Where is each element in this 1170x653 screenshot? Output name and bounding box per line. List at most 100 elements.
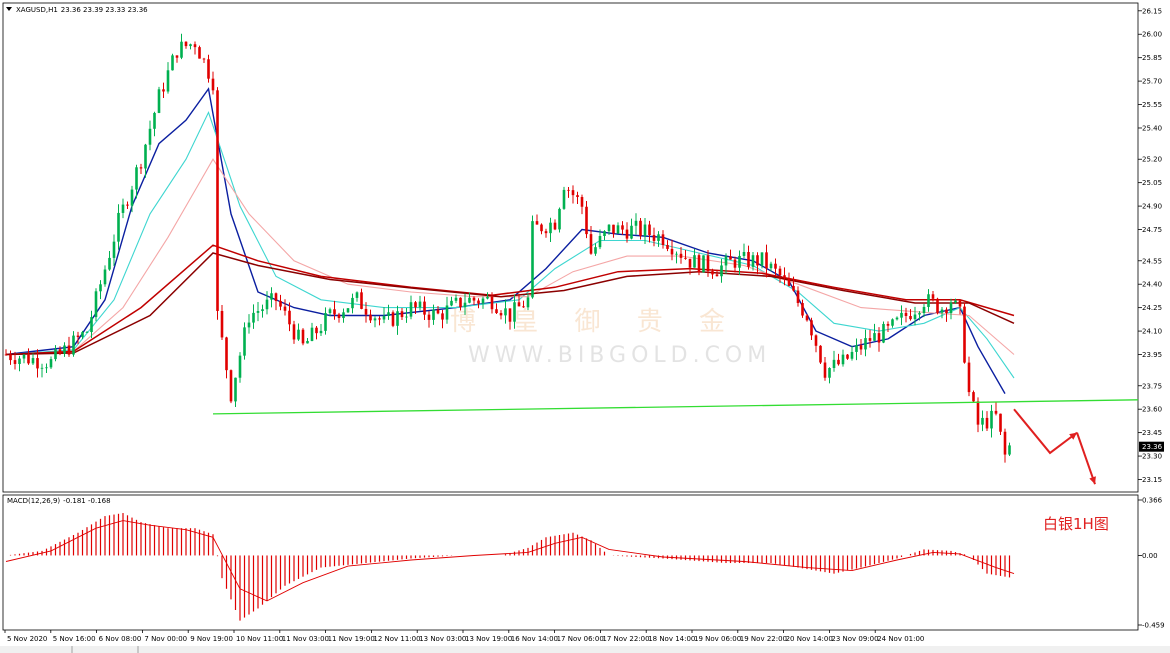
macd-tick-label: 0.366 [1142, 497, 1163, 505]
candle-body [490, 296, 494, 310]
candle-body [594, 247, 597, 254]
candle-body [733, 259, 737, 268]
time-tick-label: 13 Nov 03:00 [419, 635, 466, 643]
candle-body [517, 302, 521, 307]
candle-body [243, 327, 246, 356]
candle-body [702, 255, 705, 273]
candle-body [508, 308, 512, 322]
macd-axis: 0.366 0.00 -0.459 [1138, 497, 1165, 630]
candle-body [657, 234, 660, 241]
candle-body [333, 309, 336, 315]
time-tick-label: 23 Nov 09:00 [831, 635, 878, 643]
candle-body [103, 269, 107, 285]
price-tick-label: 26.00 [1142, 31, 1162, 39]
candle-body [157, 89, 161, 113]
candle-body [927, 294, 930, 307]
candle-body [58, 349, 62, 354]
candle-body [688, 258, 692, 268]
candle-body [121, 204, 125, 213]
candle-body [873, 333, 876, 341]
candle-body [859, 345, 863, 350]
candle-body [486, 296, 489, 299]
candle-body [571, 190, 575, 196]
time-tick-label: 5 Nov 16:00 [53, 635, 96, 643]
candle-body [738, 255, 741, 268]
candle-body [144, 144, 147, 169]
macd-header: MACD(12,26,9) -0.181 -0.168 [7, 497, 111, 505]
candle-body [499, 313, 503, 316]
candle-body [180, 41, 183, 58]
candle-body [378, 318, 381, 320]
bottom-scrollbar[interactable] [0, 646, 1170, 653]
candle-body [247, 322, 251, 328]
candle-body [67, 345, 71, 355]
candle-body [297, 329, 300, 340]
candle-body [666, 245, 669, 249]
candle-body [481, 298, 485, 304]
candle-body [661, 234, 665, 246]
candle-body [391, 312, 395, 326]
candle-body [522, 306, 525, 308]
candle-body [616, 225, 620, 234]
watermark-en: WWW.BIBGOLD.COM [468, 343, 771, 368]
candle-body [526, 297, 530, 308]
candle-body [265, 299, 269, 310]
candle-body [202, 58, 206, 60]
candle-body [198, 47, 201, 59]
candle-body [382, 316, 386, 320]
price-tag: 23.36 [1139, 441, 1164, 452]
candle-body [360, 292, 363, 309]
candle-body [756, 255, 759, 266]
candle-body [823, 362, 827, 378]
candle-body [504, 308, 507, 316]
candle-body [225, 337, 228, 371]
candle-body [166, 70, 170, 92]
candle-body [891, 319, 894, 326]
candle-body [387, 312, 390, 317]
price-chart[interactable]: 博 皇 御 贵 金 WWW.BIBGOLD.COM 26.15 26.00 25.8… [0, 0, 1170, 653]
candle-body [742, 252, 746, 256]
candle-body [184, 41, 188, 47]
price-tick-label: 25.05 [1142, 179, 1162, 187]
candle-body [414, 302, 417, 308]
candle-body [139, 167, 143, 169]
price-tick-label: 23.75 [1142, 382, 1162, 390]
candle-body [940, 309, 944, 313]
candle-body [639, 220, 642, 236]
candle-body [675, 253, 678, 255]
candle-body [670, 248, 674, 255]
candle-body [787, 278, 791, 286]
price-tick-label: 23.60 [1142, 406, 1162, 414]
candle-body [436, 309, 440, 314]
time-tick-label: 13 Nov 19:00 [465, 635, 512, 643]
candle-body [45, 367, 48, 369]
watermark-cn: 博 皇 御 贵 金 [450, 307, 739, 337]
candle-body [1003, 431, 1007, 455]
candle-body [306, 340, 309, 344]
candle-body [274, 293, 278, 301]
candle-body [445, 305, 449, 320]
candle-body [270, 293, 273, 300]
candle-body [94, 291, 98, 318]
candle-body [531, 221, 534, 298]
price-tick-label: 25.20 [1142, 156, 1162, 164]
price-tick-label: 23.45 [1142, 429, 1162, 437]
candle-body [990, 410, 993, 429]
candle-body [99, 284, 102, 292]
candle-body [850, 351, 854, 359]
candle-body [283, 306, 287, 311]
candle-body [351, 297, 354, 309]
candle-body [328, 309, 332, 314]
candle-body [9, 354, 12, 361]
candle-body [211, 78, 215, 91]
candle-body [463, 302, 467, 308]
chart-symbol-header: XAGUSD,H1 23.36 23.39 23.33 23.36 [16, 6, 148, 14]
svg-text:23.36: 23.36 [1142, 443, 1163, 451]
candle-body [904, 312, 908, 316]
candle-body [450, 300, 453, 306]
candle-body [769, 263, 773, 269]
candle-body [126, 204, 129, 206]
candle-body [760, 252, 764, 266]
candle-body [846, 354, 849, 359]
candle-body [625, 229, 629, 239]
